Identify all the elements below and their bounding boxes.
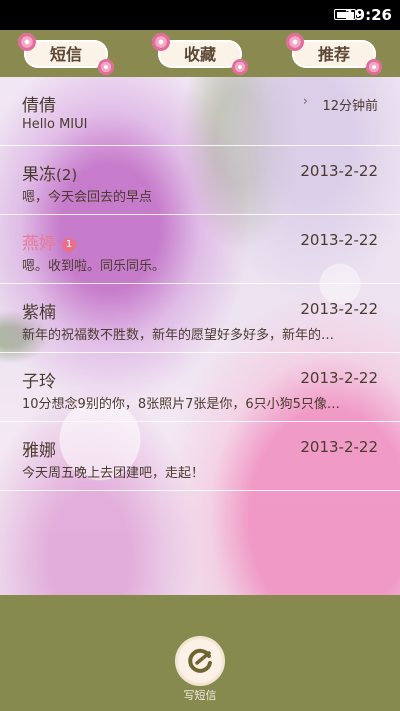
contact-name: 雅娜	[22, 441, 56, 461]
tab-label: 收藏	[183, 45, 216, 64]
tab-messages[interactable]: 短信	[18, 33, 114, 75]
contact-name: 燕婷 1	[22, 229, 76, 254]
chevron-right-icon: ›	[302, 94, 308, 109]
tab-label: 短信	[49, 45, 82, 64]
message-preview: 今天周五晚上去团建吧，走起！	[22, 466, 205, 481]
message-preview: 嗯，今天会回去的早点	[22, 190, 153, 205]
message-preview: 10分想念9别的你，8张照片7张是你，6只小狗5只像…	[22, 397, 340, 412]
flower-icon	[232, 59, 248, 75]
contact-name: 倩倩	[22, 96, 56, 116]
message-time: 2013-2-22	[300, 162, 378, 180]
message-preview: 新年的祝福数不胜数，新年的愿望好多好多，新年的…	[22, 328, 335, 343]
compose-label: 写短信	[183, 689, 217, 702]
status-bar: 19:26	[0, 0, 400, 30]
contact-name: 果冻(2)	[22, 165, 78, 185]
flower-icon	[366, 59, 382, 75]
flower-icon	[152, 33, 170, 51]
flower-icon	[18, 33, 36, 51]
compose-icon	[188, 648, 212, 673]
message-preview: Hello MIUI	[22, 117, 88, 132]
contact-name: 子玲	[22, 372, 56, 392]
tab-label: 推荐	[317, 45, 350, 64]
unread-badge: 1	[62, 238, 76, 252]
bottom-bar: 写短信	[0, 595, 400, 711]
tab-bar: 短信 收藏 推荐	[0, 30, 400, 77]
flower-icon	[98, 59, 114, 75]
status-time: 19:26	[344, 6, 392, 24]
conversation-item[interactable]: 倩倩 › 12分钟前 Hello MIUI	[0, 77, 400, 146]
tab-recommended[interactable]: 推荐	[286, 33, 382, 75]
message-time: 12分钟前	[322, 99, 378, 114]
tab-favorites[interactable]: 收藏	[152, 33, 248, 75]
contact-name: 紫楠	[22, 303, 56, 323]
flower-icon	[286, 33, 304, 51]
compose-button[interactable]	[178, 639, 222, 683]
message-time: 2013-2-22	[300, 300, 378, 318]
conversation-item[interactable]: 燕婷 1 2013-2-22 嗯。收到啦。同乐同乐。	[0, 215, 400, 284]
conversation-item[interactable]: 子玲 2013-2-22 10分想念9别的你，8张照片7张是你，6只小狗5只像…	[0, 353, 400, 422]
conversation-item[interactable]: 紫楠 2013-2-22 新年的祝福数不胜数，新年的愿望好多好多，新年的…	[0, 284, 400, 353]
conversation-item[interactable]: 雅娜 2013-2-22 今天周五晚上去团建吧，走起！	[0, 422, 400, 491]
message-time: 2013-2-22	[300, 231, 378, 249]
message-time: 2013-2-22	[300, 438, 378, 456]
message-time: 2013-2-22	[300, 369, 378, 387]
conversation-item[interactable]: 果冻(2) 2013-2-22 嗯，今天会回去的早点	[0, 146, 400, 215]
message-preview: 嗯。收到啦。同乐同乐。	[22, 259, 166, 274]
message-list: 倩倩 › 12分钟前 Hello MIUI 果冻(2) 2013-2-22 嗯，…	[0, 77, 400, 595]
message-count: (2)	[56, 166, 78, 184]
